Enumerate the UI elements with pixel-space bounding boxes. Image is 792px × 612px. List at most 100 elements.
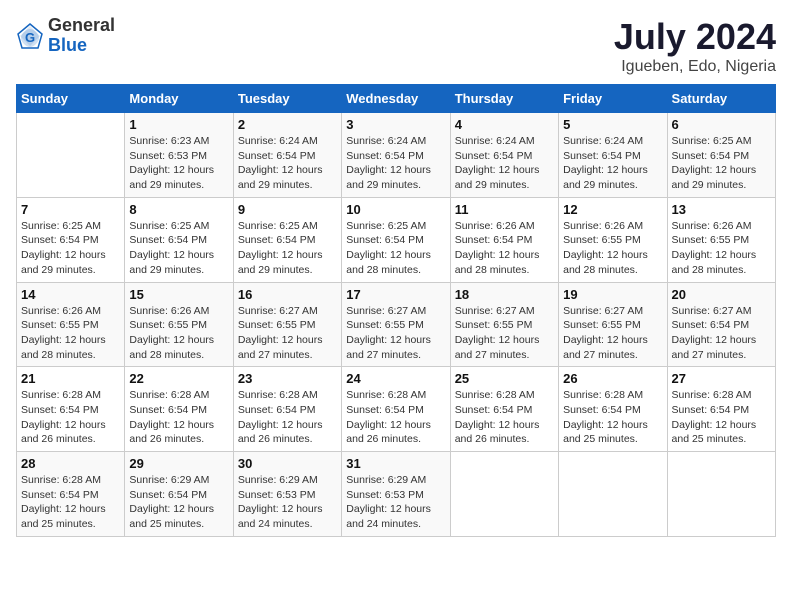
header-row: SundayMondayTuesdayWednesdayThursdayFrid… — [17, 85, 776, 113]
calendar-cell: 10 Sunrise: 6:25 AM Sunset: 6:54 PM Dayli… — [342, 197, 450, 282]
day-details: Sunrise: 6:28 AM Sunset: 6:54 PM Dayligh… — [129, 388, 228, 447]
day-details: Sunrise: 6:25 AM Sunset: 6:54 PM Dayligh… — [129, 219, 228, 278]
day-details: Sunrise: 6:27 AM Sunset: 6:55 PM Dayligh… — [563, 304, 662, 363]
calendar-cell: 23 Sunrise: 6:28 AM Sunset: 6:54 PM Dayli… — [233, 367, 341, 452]
day-number: 24 — [346, 371, 445, 386]
day-number: 9 — [238, 202, 337, 217]
logo-general: General — [48, 15, 115, 35]
calendar-cell: 15 Sunrise: 6:26 AM Sunset: 6:55 PM Dayli… — [125, 282, 233, 367]
calendar-table: SundayMondayTuesdayWednesdayThursdayFrid… — [16, 84, 776, 537]
calendar-cell: 12 Sunrise: 6:26 AM Sunset: 6:55 PM Dayli… — [559, 197, 667, 282]
calendar-cell — [450, 452, 558, 537]
day-details: Sunrise: 6:24 AM Sunset: 6:54 PM Dayligh… — [238, 134, 337, 193]
day-details: Sunrise: 6:26 AM Sunset: 6:55 PM Dayligh… — [129, 304, 228, 363]
calendar-cell: 20Sunrise: 6:27 AM Sunset: 6:54 PM Dayli… — [667, 282, 775, 367]
logo-text: General Blue — [48, 16, 115, 56]
day-details: Sunrise: 6:28 AM Sunset: 6:54 PM Dayligh… — [672, 388, 771, 447]
day-number: 28 — [21, 456, 120, 471]
week-row-4: 21 Sunrise: 6:28 AM Sunset: 6:54 PM Dayli… — [17, 367, 776, 452]
header-cell-monday: Monday — [125, 85, 233, 113]
day-number: 3 — [346, 117, 445, 132]
day-details: Sunrise: 6:28 AM Sunset: 6:54 PM Dayligh… — [563, 388, 662, 447]
calendar-cell: 1Sunrise: 6:23 AM Sunset: 6:53 PM Daylig… — [125, 113, 233, 198]
calendar-cell: 6 Sunrise: 6:25 AM Sunset: 6:54 PM Daylig… — [667, 113, 775, 198]
day-details: Sunrise: 6:24 AM Sunset: 6:54 PM Dayligh… — [455, 134, 554, 193]
day-details: Sunrise: 6:25 AM Sunset: 6:54 PM Dayligh… — [21, 219, 120, 278]
week-row-3: 14 Sunrise: 6:26 AM Sunset: 6:55 PM Dayli… — [17, 282, 776, 367]
day-number: 15 — [129, 287, 228, 302]
day-number: 31 — [346, 456, 445, 471]
day-number: 30 — [238, 456, 337, 471]
calendar-cell: 5Sunrise: 6:24 AM Sunset: 6:54 PM Daylig… — [559, 113, 667, 198]
week-row-1: 1Sunrise: 6:23 AM Sunset: 6:53 PM Daylig… — [17, 113, 776, 198]
logo-icon: G — [16, 22, 44, 50]
calendar-cell: 27 Sunrise: 6:28 AM Sunset: 6:54 PM Dayli… — [667, 367, 775, 452]
day-number: 14 — [21, 287, 120, 302]
calendar-cell: 8 Sunrise: 6:25 AM Sunset: 6:54 PM Daylig… — [125, 197, 233, 282]
day-number: 8 — [129, 202, 228, 217]
day-number: 21 — [21, 371, 120, 386]
day-number: 25 — [455, 371, 554, 386]
day-number: 7 — [21, 202, 120, 217]
header-cell-thursday: Thursday — [450, 85, 558, 113]
day-details: Sunrise: 6:28 AM Sunset: 6:54 PM Dayligh… — [238, 388, 337, 447]
day-number: 20 — [672, 287, 771, 302]
day-number: 22 — [129, 371, 228, 386]
calendar-cell: 26 Sunrise: 6:28 AM Sunset: 6:54 PM Dayli… — [559, 367, 667, 452]
day-details: Sunrise: 6:25 AM Sunset: 6:54 PM Dayligh… — [346, 219, 445, 278]
header-cell-sunday: Sunday — [17, 85, 125, 113]
day-details: Sunrise: 6:24 AM Sunset: 6:54 PM Dayligh… — [563, 134, 662, 193]
location: Igueben, Edo, Nigeria — [614, 58, 776, 76]
calendar-cell — [667, 452, 775, 537]
day-details: Sunrise: 6:26 AM Sunset: 6:54 PM Dayligh… — [455, 219, 554, 278]
calendar-cell: 14 Sunrise: 6:26 AM Sunset: 6:55 PM Dayli… — [17, 282, 125, 367]
header-cell-tuesday: Tuesday — [233, 85, 341, 113]
calendar-cell: 29Sunrise: 6:29 AM Sunset: 6:54 PM Dayli… — [125, 452, 233, 537]
calendar-cell: 2 Sunrise: 6:24 AM Sunset: 6:54 PM Daylig… — [233, 113, 341, 198]
header: G General Blue July 2024 Igueben, Edo, N… — [16, 16, 776, 76]
calendar-cell: 18 Sunrise: 6:27 AM Sunset: 6:55 PM Dayli… — [450, 282, 558, 367]
calendar-cell: 11 Sunrise: 6:26 AM Sunset: 6:54 PM Dayli… — [450, 197, 558, 282]
calendar-cell: 25Sunrise: 6:28 AM Sunset: 6:54 PM Dayli… — [450, 367, 558, 452]
day-number: 23 — [238, 371, 337, 386]
day-details: Sunrise: 6:26 AM Sunset: 6:55 PM Dayligh… — [21, 304, 120, 363]
calendar-cell: 16 Sunrise: 6:27 AM Sunset: 6:55 PM Dayli… — [233, 282, 341, 367]
svg-text:G: G — [25, 30, 35, 45]
calendar-cell — [559, 452, 667, 537]
calendar-cell: 9 Sunrise: 6:25 AM Sunset: 6:54 PM Daylig… — [233, 197, 341, 282]
day-number: 26 — [563, 371, 662, 386]
day-number: 11 — [455, 202, 554, 217]
day-details: Sunrise: 6:28 AM Sunset: 6:54 PM Dayligh… — [21, 388, 120, 447]
day-number: 10 — [346, 202, 445, 217]
day-details: Sunrise: 6:24 AM Sunset: 6:54 PM Dayligh… — [346, 134, 445, 193]
day-number: 18 — [455, 287, 554, 302]
day-details: Sunrise: 6:26 AM Sunset: 6:55 PM Dayligh… — [672, 219, 771, 278]
calendar-cell: 21 Sunrise: 6:28 AM Sunset: 6:54 PM Dayli… — [17, 367, 125, 452]
day-number: 6 — [672, 117, 771, 132]
calendar-cell — [17, 113, 125, 198]
day-number: 16 — [238, 287, 337, 302]
day-details: Sunrise: 6:27 AM Sunset: 6:55 PM Dayligh… — [238, 304, 337, 363]
day-details: Sunrise: 6:26 AM Sunset: 6:55 PM Dayligh… — [563, 219, 662, 278]
day-number: 4 — [455, 117, 554, 132]
day-number: 27 — [672, 371, 771, 386]
day-details: Sunrise: 6:27 AM Sunset: 6:55 PM Dayligh… — [455, 304, 554, 363]
calendar-cell: 7 Sunrise: 6:25 AM Sunset: 6:54 PM Daylig… — [17, 197, 125, 282]
header-cell-wednesday: Wednesday — [342, 85, 450, 113]
day-details: Sunrise: 6:28 AM Sunset: 6:54 PM Dayligh… — [346, 388, 445, 447]
logo: G General Blue — [16, 16, 115, 56]
calendar-cell: 30Sunrise: 6:29 AM Sunset: 6:53 PM Dayli… — [233, 452, 341, 537]
calendar-cell: 28 Sunrise: 6:28 AM Sunset: 6:54 PM Dayli… — [17, 452, 125, 537]
day-details: Sunrise: 6:25 AM Sunset: 6:54 PM Dayligh… — [238, 219, 337, 278]
header-cell-saturday: Saturday — [667, 85, 775, 113]
header-cell-friday: Friday — [559, 85, 667, 113]
title-block: July 2024 Igueben, Edo, Nigeria — [614, 16, 776, 76]
day-number: 2 — [238, 117, 337, 132]
calendar-cell: 3 Sunrise: 6:24 AM Sunset: 6:54 PM Daylig… — [342, 113, 450, 198]
day-number: 29 — [129, 456, 228, 471]
day-details: Sunrise: 6:27 AM Sunset: 6:55 PM Dayligh… — [346, 304, 445, 363]
day-details: Sunrise: 6:25 AM Sunset: 6:54 PM Dayligh… — [672, 134, 771, 193]
day-number: 12 — [563, 202, 662, 217]
logo-blue: Blue — [48, 35, 87, 55]
day-details: Sunrise: 6:28 AM Sunset: 6:54 PM Dayligh… — [21, 473, 120, 532]
